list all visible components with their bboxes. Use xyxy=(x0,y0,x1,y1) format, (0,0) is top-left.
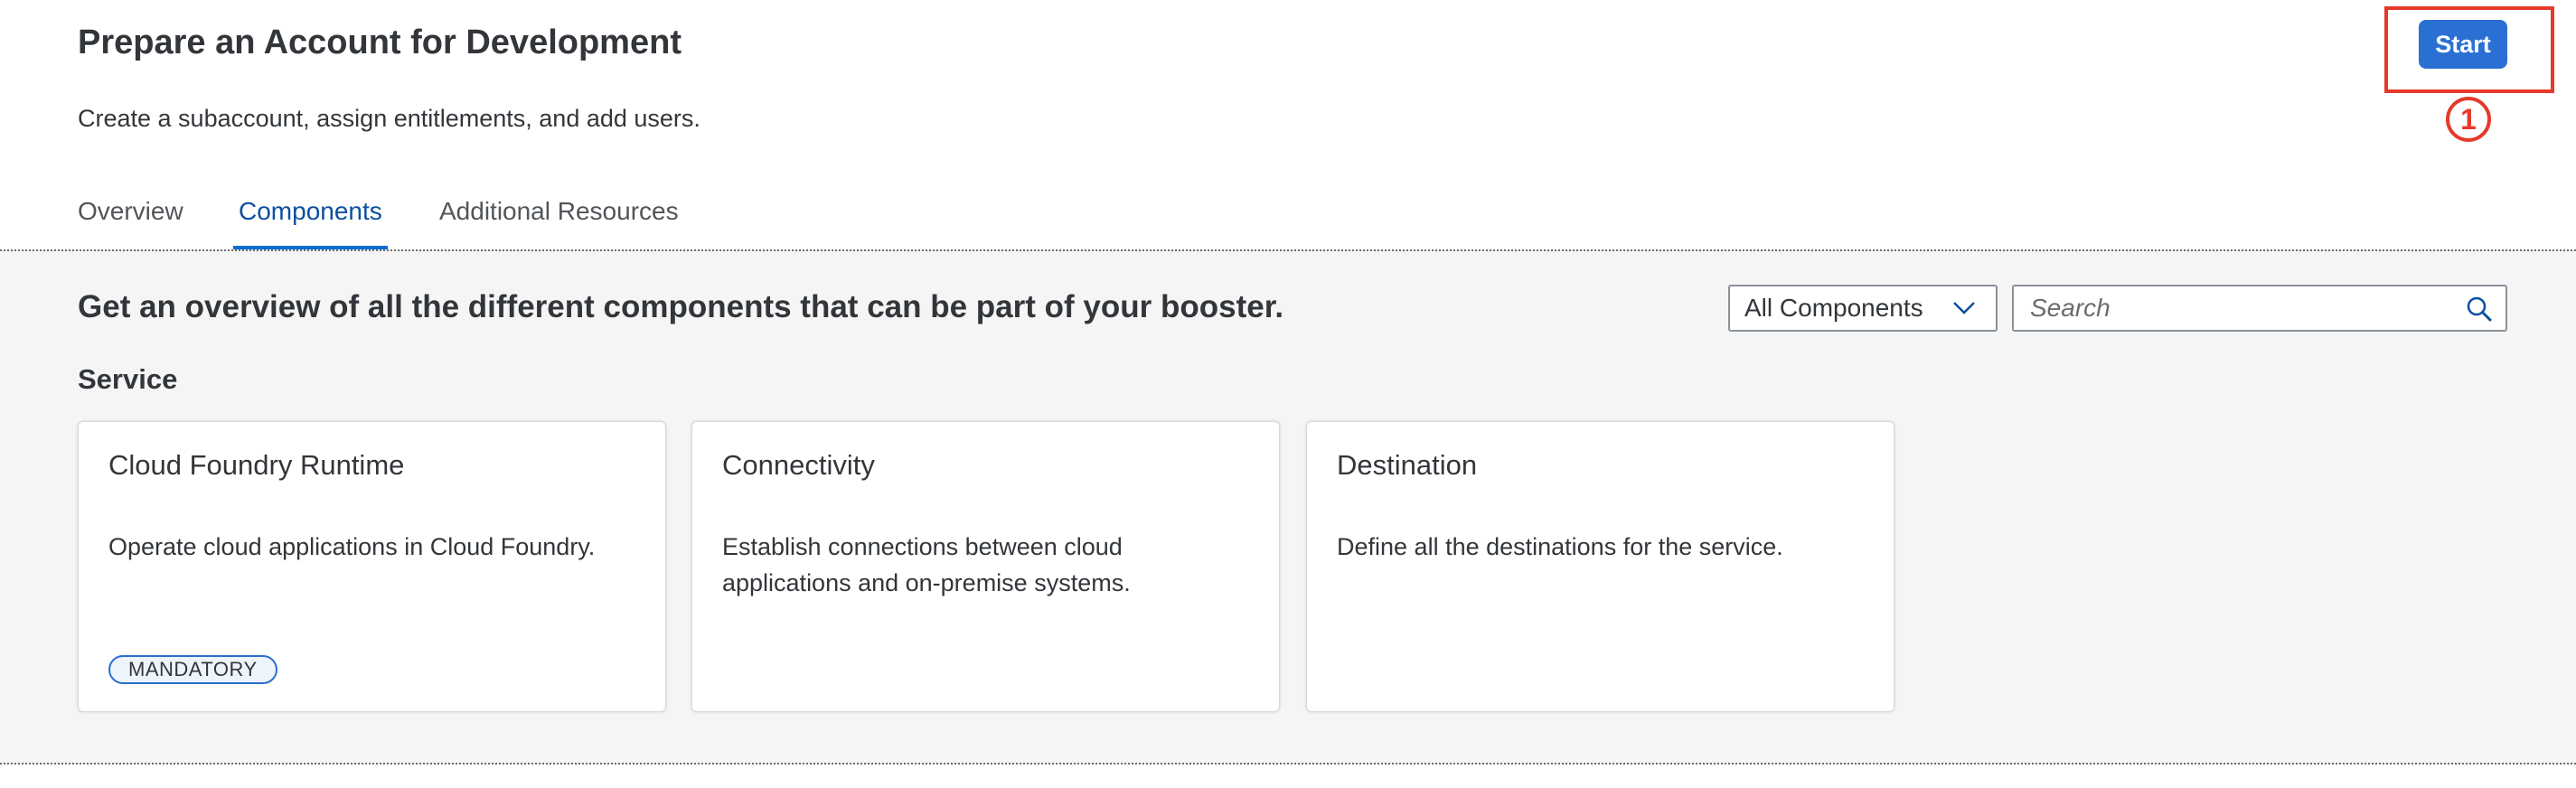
filter-selected-value: All Components xyxy=(1744,294,1923,322)
card-title: Destination xyxy=(1337,449,1478,481)
component-card-connectivity[interactable]: Connectivity Establish connections betwe… xyxy=(691,421,1280,712)
component-card-cloud-foundry-runtime[interactable]: Cloud Foundry Runtime Operate cloud appl… xyxy=(78,421,666,712)
page-subtitle: Create a subaccount, assign entitlements… xyxy=(78,105,700,132)
mandatory-badge: MANDATORY xyxy=(108,655,277,684)
step-number-marker: 1 xyxy=(2446,97,2491,142)
page-title: Prepare an Account for Development xyxy=(78,23,682,61)
page-header: Prepare an Account for Development Creat… xyxy=(0,0,2576,249)
search-input[interactable] xyxy=(2014,286,2448,330)
start-button[interactable]: Start xyxy=(2419,20,2507,69)
search-icon[interactable] xyxy=(2466,296,2493,323)
components-heading: Get an overview of all the different com… xyxy=(78,289,1284,324)
section-title-service: Service xyxy=(78,363,178,395)
component-card-destination[interactable]: Destination Define all the destinations … xyxy=(1306,421,1894,712)
card-description: Define all the destinations for the serv… xyxy=(1337,533,1783,560)
card-description: Establish connections between cloud appl… xyxy=(722,533,1131,596)
card-title: Connectivity xyxy=(722,449,875,481)
components-panel: Get an overview of all the different com… xyxy=(0,249,2576,765)
tab-additional-resources[interactable]: Additional Resources xyxy=(439,188,679,249)
chevron-down-icon xyxy=(1953,302,1975,314)
card-title: Cloud Foundry Runtime xyxy=(108,449,405,481)
card-description: Operate cloud applications in Cloud Foun… xyxy=(108,533,596,560)
tab-bar: Overview Components Additional Resources xyxy=(0,188,2576,249)
tab-overview[interactable]: Overview xyxy=(78,188,183,249)
component-filter-select[interactable]: All Components xyxy=(1728,285,1998,332)
search-field[interactable] xyxy=(2012,285,2507,332)
tab-components[interactable]: Components xyxy=(233,188,388,249)
